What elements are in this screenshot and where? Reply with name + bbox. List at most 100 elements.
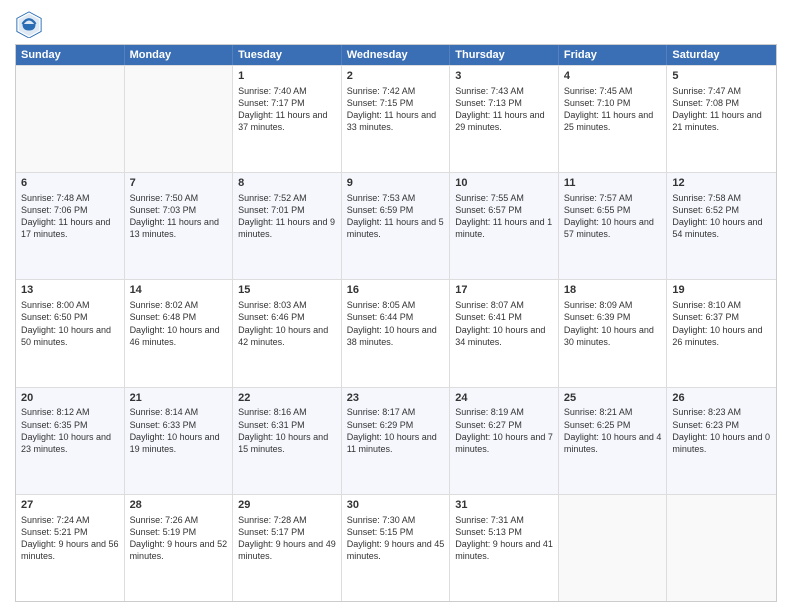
sunrise: Sunrise: 8:00 AM: [21, 300, 90, 310]
day-number: 5: [672, 69, 771, 84]
sunrise: Sunrise: 8:23 AM: [672, 407, 741, 417]
daylight: Daylight: 9 hours and 56 minutes.: [21, 539, 119, 561]
calendar-cell-empty: [667, 495, 776, 601]
daylight: Daylight: 10 hours and 15 minutes.: [238, 432, 328, 454]
day-number: 26: [672, 391, 771, 406]
calendar-header-wednesday: Wednesday: [342, 45, 451, 65]
sunrise: Sunrise: 8:09 AM: [564, 300, 633, 310]
header: [15, 10, 777, 38]
calendar-cell-17: 17Sunrise: 8:07 AMSunset: 6:41 PMDayligh…: [450, 280, 559, 386]
day-number: 17: [455, 283, 553, 298]
sunset: Sunset: 6:59 PM: [347, 205, 414, 215]
calendar-cell-5: 5Sunrise: 7:47 AMSunset: 7:08 PMDaylight…: [667, 66, 776, 172]
sunset: Sunset: 6:57 PM: [455, 205, 522, 215]
sunrise: Sunrise: 8:05 AM: [347, 300, 416, 310]
daylight: Daylight: 9 hours and 41 minutes.: [455, 539, 553, 561]
day-number: 13: [21, 283, 119, 298]
sunset: Sunset: 6:48 PM: [130, 312, 197, 322]
day-number: 18: [564, 283, 662, 298]
calendar-cell-12: 12Sunrise: 7:58 AMSunset: 6:52 PMDayligh…: [667, 173, 776, 279]
day-number: 12: [672, 176, 771, 191]
day-number: 23: [347, 391, 445, 406]
day-number: 21: [130, 391, 228, 406]
calendar-cell-25: 25Sunrise: 8:21 AMSunset: 6:25 PMDayligh…: [559, 388, 668, 494]
sunrise: Sunrise: 7:30 AM: [347, 515, 416, 525]
day-number: 1: [238, 69, 336, 84]
daylight: Daylight: 11 hours and 33 minutes.: [347, 110, 436, 132]
daylight: Daylight: 11 hours and 5 minutes.: [347, 217, 444, 239]
calendar-cell-2: 2Sunrise: 7:42 AMSunset: 7:15 PMDaylight…: [342, 66, 451, 172]
sunrise: Sunrise: 7:48 AM: [21, 193, 90, 203]
sunrise: Sunrise: 7:52 AM: [238, 193, 307, 203]
sunset: Sunset: 7:08 PM: [672, 98, 739, 108]
day-number: 19: [672, 283, 771, 298]
calendar-row-2: 6Sunrise: 7:48 AMSunset: 7:06 PMDaylight…: [16, 172, 776, 279]
sunrise: Sunrise: 7:47 AM: [672, 86, 741, 96]
daylight: Daylight: 10 hours and 4 minutes.: [564, 432, 662, 454]
calendar-header-sunday: Sunday: [16, 45, 125, 65]
daylight: Daylight: 10 hours and 38 minutes.: [347, 325, 437, 347]
day-number: 8: [238, 176, 336, 191]
calendar-cell-3: 3Sunrise: 7:43 AMSunset: 7:13 PMDaylight…: [450, 66, 559, 172]
calendar-cell-28: 28Sunrise: 7:26 AMSunset: 5:19 PMDayligh…: [125, 495, 234, 601]
daylight: Daylight: 10 hours and 30 minutes.: [564, 325, 654, 347]
sunrise: Sunrise: 7:43 AM: [455, 86, 524, 96]
sunset: Sunset: 6:37 PM: [672, 312, 739, 322]
calendar-cell-29: 29Sunrise: 7:28 AMSunset: 5:17 PMDayligh…: [233, 495, 342, 601]
sunset: Sunset: 6:25 PM: [564, 420, 631, 430]
day-number: 29: [238, 498, 336, 513]
sunset: Sunset: 5:21 PM: [21, 527, 88, 537]
daylight: Daylight: 10 hours and 57 minutes.: [564, 217, 654, 239]
day-number: 10: [455, 176, 553, 191]
calendar-cell-empty: [16, 66, 125, 172]
sunrise: Sunrise: 8:03 AM: [238, 300, 307, 310]
sunset: Sunset: 7:10 PM: [564, 98, 631, 108]
calendar-header-thursday: Thursday: [450, 45, 559, 65]
sunset: Sunset: 6:55 PM: [564, 205, 631, 215]
daylight: Daylight: 11 hours and 1 minute.: [455, 217, 552, 239]
calendar-cell-9: 9Sunrise: 7:53 AMSunset: 6:59 PMDaylight…: [342, 173, 451, 279]
calendar-cell-empty: [125, 66, 234, 172]
logo: [15, 10, 47, 38]
calendar-row-4: 20Sunrise: 8:12 AMSunset: 6:35 PMDayligh…: [16, 387, 776, 494]
sunrise: Sunrise: 7:26 AM: [130, 515, 199, 525]
daylight: Daylight: 10 hours and 46 minutes.: [130, 325, 220, 347]
day-number: 6: [21, 176, 119, 191]
daylight: Daylight: 10 hours and 11 minutes.: [347, 432, 437, 454]
sunset: Sunset: 6:23 PM: [672, 420, 739, 430]
calendar-row-1: 1Sunrise: 7:40 AMSunset: 7:17 PMDaylight…: [16, 65, 776, 172]
daylight: Daylight: 10 hours and 42 minutes.: [238, 325, 328, 347]
day-number: 9: [347, 176, 445, 191]
sunrise: Sunrise: 8:12 AM: [21, 407, 90, 417]
day-number: 20: [21, 391, 119, 406]
daylight: Daylight: 11 hours and 17 minutes.: [21, 217, 110, 239]
sunrise: Sunrise: 7:50 AM: [130, 193, 199, 203]
daylight: Daylight: 10 hours and 26 minutes.: [672, 325, 762, 347]
calendar-header-tuesday: Tuesday: [233, 45, 342, 65]
sunrise: Sunrise: 7:55 AM: [455, 193, 524, 203]
daylight: Daylight: 10 hours and 34 minutes.: [455, 325, 545, 347]
sunrise: Sunrise: 7:28 AM: [238, 515, 307, 525]
daylight: Daylight: 11 hours and 25 minutes.: [564, 110, 653, 132]
day-number: 27: [21, 498, 119, 513]
daylight: Daylight: 10 hours and 19 minutes.: [130, 432, 220, 454]
calendar-header-friday: Friday: [559, 45, 668, 65]
sunset: Sunset: 6:52 PM: [672, 205, 739, 215]
calendar-header-saturday: Saturday: [667, 45, 776, 65]
calendar-cell-15: 15Sunrise: 8:03 AMSunset: 6:46 PMDayligh…: [233, 280, 342, 386]
calendar-cell-23: 23Sunrise: 8:17 AMSunset: 6:29 PMDayligh…: [342, 388, 451, 494]
day-number: 28: [130, 498, 228, 513]
calendar-header-monday: Monday: [125, 45, 234, 65]
calendar-cell-24: 24Sunrise: 8:19 AMSunset: 6:27 PMDayligh…: [450, 388, 559, 494]
sunset: Sunset: 7:15 PM: [347, 98, 414, 108]
calendar-cell-30: 30Sunrise: 7:30 AMSunset: 5:15 PMDayligh…: [342, 495, 451, 601]
sunrise: Sunrise: 8:21 AM: [564, 407, 633, 417]
calendar-cell-7: 7Sunrise: 7:50 AMSunset: 7:03 PMDaylight…: [125, 173, 234, 279]
sunrise: Sunrise: 7:42 AM: [347, 86, 416, 96]
sunrise: Sunrise: 8:19 AM: [455, 407, 524, 417]
day-number: 4: [564, 69, 662, 84]
calendar-cell-31: 31Sunrise: 7:31 AMSunset: 5:13 PMDayligh…: [450, 495, 559, 601]
calendar-cell-14: 14Sunrise: 8:02 AMSunset: 6:48 PMDayligh…: [125, 280, 234, 386]
calendar: SundayMondayTuesdayWednesdayThursdayFrid…: [15, 44, 777, 602]
sunrise: Sunrise: 7:40 AM: [238, 86, 307, 96]
